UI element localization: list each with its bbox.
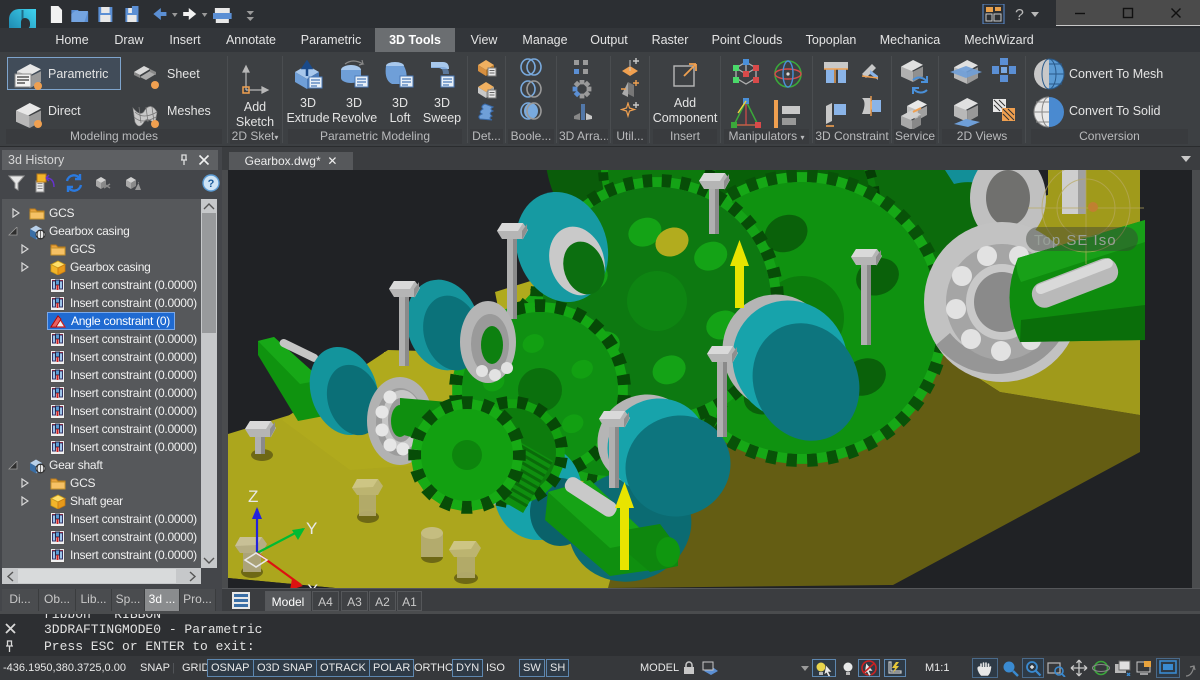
svg-text:Top SE Iso: Top SE Iso <box>1034 232 1117 249</box>
svg-text:?: ? <box>208 178 215 190</box>
svg-text:Z: Z <box>248 487 258 506</box>
svg-text:Y: Y <box>306 519 317 538</box>
svg-text:X: X <box>307 581 318 588</box>
svg-text:?: ? <box>1015 7 1024 24</box>
